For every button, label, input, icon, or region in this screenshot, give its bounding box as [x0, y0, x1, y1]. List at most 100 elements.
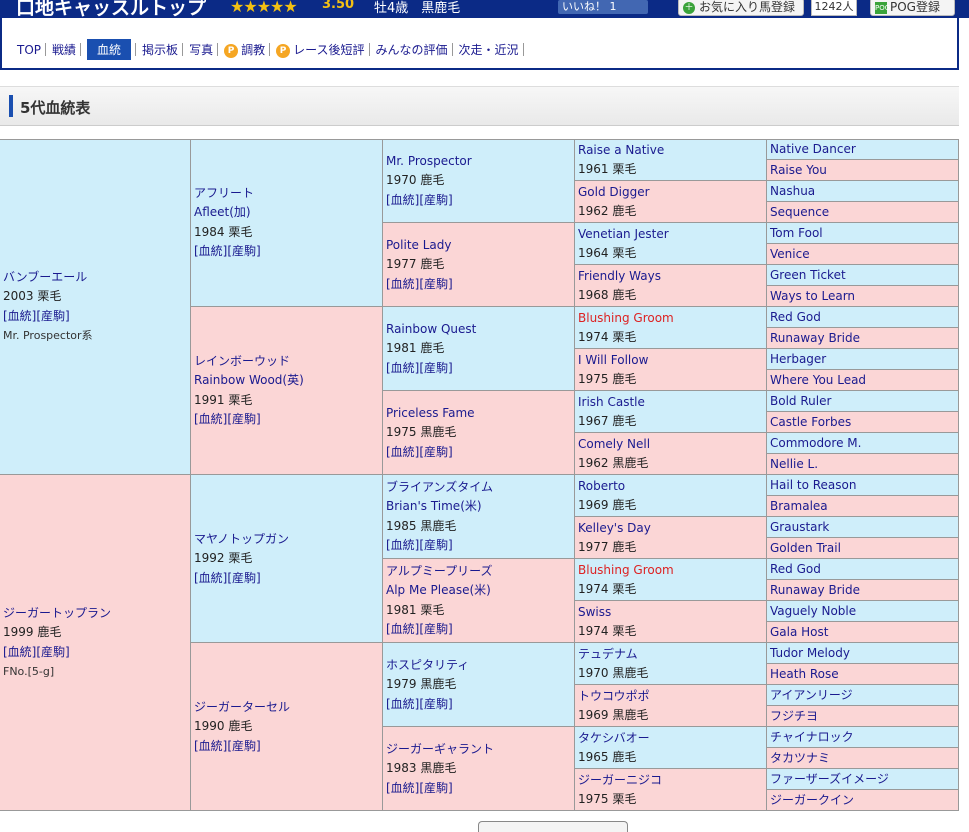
pedigree-link[interactable]: [血統]	[3, 309, 36, 323]
horse-name-link[interactable]: ジーガーギャラント	[386, 741, 494, 755]
horse-name-link[interactable]: ブライアンズタイム	[386, 480, 493, 494]
pedigree-link[interactable]: [血統]	[386, 780, 419, 794]
horse-name-link[interactable]: ジーガーニジコ	[578, 773, 662, 787]
horse-name-link[interactable]: Gala Host	[770, 625, 828, 639]
horse-name-link[interactable]: Bold Ruler	[770, 394, 831, 408]
horse-name-link[interactable]: ファーザーズイメージ	[770, 772, 889, 786]
horse-name-link[interactable]: Roberto	[578, 479, 625, 493]
horse-name-link[interactable]: Castle Forbes	[770, 415, 851, 429]
horse-name-link[interactable]: Golden Trail	[770, 541, 841, 555]
horse-name-foreign-link[interactable]: Alp Me Please(米)	[386, 583, 491, 597]
horse-name-link[interactable]: ジーガーターセル	[194, 699, 290, 713]
tab-item[interactable]: TOP	[17, 42, 41, 58]
horse-name-link[interactable]: Priceless Fame	[386, 405, 475, 419]
offspring-link[interactable]: [産駒]	[419, 538, 452, 552]
tab-item[interactable]: P レース後短評	[276, 40, 365, 59]
horse-name-link[interactable]: Mr. Prospector	[386, 153, 472, 167]
pedigree-link[interactable]: [血統]	[386, 276, 419, 290]
offspring-link[interactable]: [産駒]	[419, 622, 452, 636]
horse-name-link[interactable]: Kelley's Day	[578, 521, 651, 535]
horse-name-link[interactable]: アイアンリージ	[770, 688, 853, 702]
tab-item[interactable]: P 調教	[224, 40, 265, 59]
tab-item[interactable]: みんなの評価	[376, 40, 448, 59]
offspring-link[interactable]: [産駒]	[419, 444, 452, 458]
horse-name-link[interactable]: フジチヨ	[770, 709, 818, 723]
pedigree-link[interactable]: [血統]	[194, 412, 227, 426]
horse-name-link[interactable]: Gold Digger	[578, 185, 650, 199]
add-favorite-button[interactable]: ＋ お気に入り馬登録	[678, 0, 804, 16]
horse-name-link[interactable]: Graustark	[770, 520, 829, 534]
pedigree-link[interactable]: [血統]	[386, 622, 419, 636]
horse-name-link[interactable]: Red God	[770, 310, 821, 324]
horse-name-link[interactable]: Ways to Learn	[770, 289, 855, 303]
offspring-link[interactable]: [産駒]	[36, 645, 69, 659]
horse-name-link[interactable]: Red God	[770, 562, 821, 576]
horse-name-link[interactable]: Commodore M.	[770, 436, 861, 450]
facebook-like-button[interactable]: いいね！ 1	[558, 0, 648, 14]
offspring-link[interactable]: [産駒]	[227, 244, 260, 258]
horse-name-link[interactable]: マヤノトップガン	[194, 531, 289, 545]
horse-name-link[interactable]: アフリート	[194, 186, 254, 200]
horse-name-link[interactable]: Friendly Ways	[578, 269, 661, 283]
offspring-link[interactable]: [産駒]	[419, 696, 452, 710]
horse-name-link[interactable]: テュデナム	[578, 647, 638, 661]
offspring-link[interactable]: [産駒]	[419, 780, 452, 794]
horse-name-link[interactable]: ジーガークイン	[770, 793, 854, 807]
horse-name-link[interactable]: Raise You	[770, 163, 827, 177]
horse-name-link[interactable]: ホスピタリティ	[386, 657, 469, 671]
horse-name-link[interactable]: Runaway Bride	[770, 583, 860, 597]
tab-item[interactable]: 写真	[189, 40, 213, 59]
horse-name-link[interactable]: Tom Fool	[770, 226, 823, 240]
offspring-link[interactable]: [産駒]	[227, 412, 260, 426]
tab-item[interactable]: 血統	[87, 39, 132, 60]
offspring-link[interactable]: [産駒]	[227, 570, 260, 584]
pedigree-link[interactable]: [血統]	[386, 192, 419, 206]
tab-item[interactable]: 掲示板	[142, 40, 178, 59]
pog-register-button[interactable]: POGPOG登録	[870, 0, 955, 16]
horse-name-link[interactable]: タケシバオー	[578, 731, 650, 745]
horse-name-link[interactable]: バンブーエール	[3, 270, 87, 284]
horse-name-link[interactable]: I Will Follow	[578, 353, 648, 367]
horse-name-link[interactable]: Bramalea	[770, 499, 828, 513]
tab-item[interactable]: 戦績	[52, 40, 76, 59]
offspring-link[interactable]: [産駒]	[36, 309, 69, 323]
horse-name-link[interactable]: Irish Castle	[578, 395, 645, 409]
horse-name-link[interactable]: Sequence	[770, 205, 829, 219]
horse-name-link[interactable]: タカツナミ	[770, 751, 830, 765]
offspring-link[interactable]: [産駒]	[419, 360, 452, 374]
horse-name-link[interactable]: Blushing Groom	[578, 311, 674, 325]
horse-name-link[interactable]: Blushing Groom	[578, 563, 674, 577]
pedigree-link[interactable]: [血統]	[386, 696, 419, 710]
horse-name-link[interactable]: Comely Nell	[578, 437, 650, 451]
horse-name-link[interactable]: レインボーウッド	[194, 354, 290, 368]
horse-name-link[interactable]: Green Ticket	[770, 268, 846, 282]
horse-name-link[interactable]: Venice	[770, 247, 810, 261]
pedigree-link[interactable]: [血統]	[194, 738, 227, 752]
horse-name-link[interactable]: Nellie L.	[770, 457, 818, 471]
horse-name-link[interactable]: トウコウポポ	[578, 689, 650, 703]
horse-name-link[interactable]: Venetian Jester	[578, 227, 669, 241]
horse-name-link[interactable]: Runaway Bride	[770, 331, 860, 345]
horse-name-link[interactable]: Native Dancer	[770, 142, 856, 156]
horse-name-link[interactable]: Tudor Melody	[770, 646, 850, 660]
horse-name-link[interactable]: Swiss	[578, 605, 611, 619]
horse-name-foreign-link[interactable]: Afleet(加)	[194, 205, 251, 219]
tab-item[interactable]: 次走・近況	[459, 40, 519, 59]
horse-name-link[interactable]: アルプミープリーズ	[386, 564, 493, 578]
horse-name-foreign-link[interactable]: Rainbow Wood(英)	[194, 373, 304, 387]
horse-name-link[interactable]: Herbager	[770, 352, 826, 366]
horse-name-link[interactable]: Where You Lead	[770, 373, 866, 387]
pedigree-link[interactable]: [血統]	[194, 570, 227, 584]
horse-name-link[interactable]: Polite Lady	[386, 237, 451, 251]
horse-name-link[interactable]: Hail to Reason	[770, 478, 856, 492]
pedigree-link[interactable]: [血統]	[194, 244, 227, 258]
horse-name-link[interactable]: Raise a Native	[578, 143, 664, 157]
horse-name-link[interactable]: Rainbow Quest	[386, 321, 476, 335]
horse-name-link[interactable]: Vaguely Noble	[770, 604, 856, 618]
bottom-button[interactable]	[478, 821, 628, 832]
horse-name-link[interactable]: Heath Rose	[770, 667, 839, 681]
pedigree-link[interactable]: [血統]	[386, 360, 419, 374]
horse-name-foreign-link[interactable]: Brian's Time(米)	[386, 499, 482, 513]
offspring-link[interactable]: [産駒]	[227, 738, 260, 752]
offspring-link[interactable]: [産駒]	[419, 276, 452, 290]
